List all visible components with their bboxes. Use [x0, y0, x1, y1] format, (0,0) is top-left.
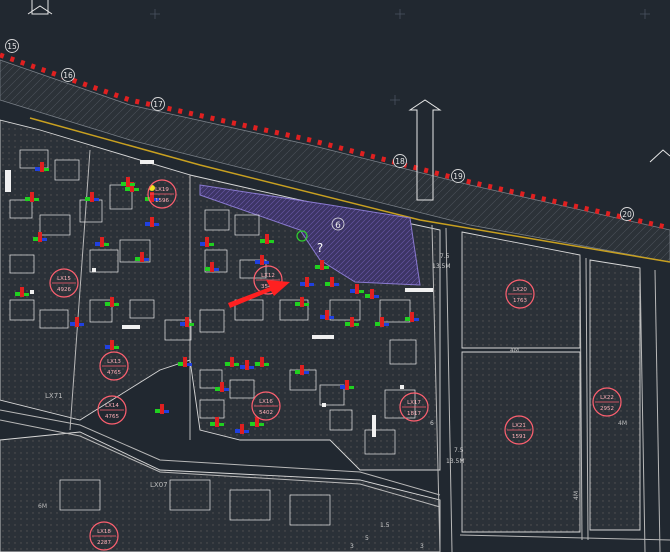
dim-7-5-mid: 7.5	[454, 447, 464, 454]
plan-circle-value: 1596	[155, 198, 169, 204]
road-width-label-4: 6M	[38, 503, 47, 510]
plan-circle-value: 5402	[259, 410, 273, 416]
river-marker-19: 19	[451, 169, 465, 183]
river-marker-18: 18	[393, 154, 407, 168]
plan-circle-code: LX17	[407, 400, 421, 406]
dim-3: 3	[350, 543, 354, 550]
road-width-label-2: 4M	[573, 491, 580, 500]
svg-text:16: 16	[63, 71, 73, 80]
dim-3-bottom: 3	[420, 543, 424, 550]
dim-13-5m-top: 13.5M	[432, 263, 451, 270]
svg-text:18: 18	[395, 157, 405, 166]
plan-circle-value: 2287	[97, 540, 111, 546]
plan-circle-code: LX14	[105, 403, 119, 409]
plan-circle-code: LX20	[513, 287, 527, 293]
river-marker-16: 16	[61, 68, 75, 82]
dim-1-5: 1.5	[380, 522, 390, 529]
plan-circle-value: 1763	[513, 298, 527, 304]
plan-circle-code: LX12	[261, 273, 275, 279]
plan-circle-code: LX21	[512, 423, 526, 429]
plan-circle-value: 2952	[600, 406, 614, 412]
east-block-2	[461, 351, 581, 533]
plan-circle-code: LX22	[600, 395, 614, 401]
dim-13-5m-mid: 13.5M	[446, 458, 465, 465]
plan-circle-value: 4765	[105, 414, 119, 420]
plan-circle-code: LX19	[155, 187, 169, 193]
road-width-label-1: 4M	[510, 347, 519, 354]
plan-circle-code: LX13	[107, 359, 121, 365]
dim-7-5-top: 7.5	[440, 253, 450, 260]
plan-circle-value: 4926	[57, 287, 71, 293]
svg-text:15: 15	[7, 42, 17, 51]
zone-label-lx07: LX07	[150, 481, 168, 489]
plan-circle-value: 4765	[107, 370, 121, 376]
plan-circle-code: LX15	[57, 276, 71, 282]
annotation-question-mark: ?	[317, 241, 323, 255]
plan-circle-code: LX18	[97, 529, 111, 535]
plan-circle-value: 1591	[512, 434, 526, 440]
river-marker-20: 20	[620, 207, 634, 221]
east-block-3	[589, 259, 641, 531]
svg-text:17: 17	[153, 100, 163, 109]
svg-text:20: 20	[622, 210, 632, 219]
road-width-label-3: 4M	[618, 420, 627, 427]
dim-6: 6	[430, 420, 434, 427]
cad-drawing-canvas[interactable]: LX154926LX123548LX134765LX144765LX165402…	[0, 0, 670, 552]
dim-5: 5	[365, 535, 369, 542]
plan-circle-value: 1817	[407, 411, 421, 417]
annotation-number: 6	[335, 221, 341, 231]
svg-text:19: 19	[453, 172, 463, 181]
zone-label-lx71: LX71	[45, 392, 63, 400]
river-marker-17: 17	[151, 97, 165, 111]
plan-circle-code: LX16	[259, 399, 273, 405]
river-marker-15: 15	[5, 39, 19, 53]
